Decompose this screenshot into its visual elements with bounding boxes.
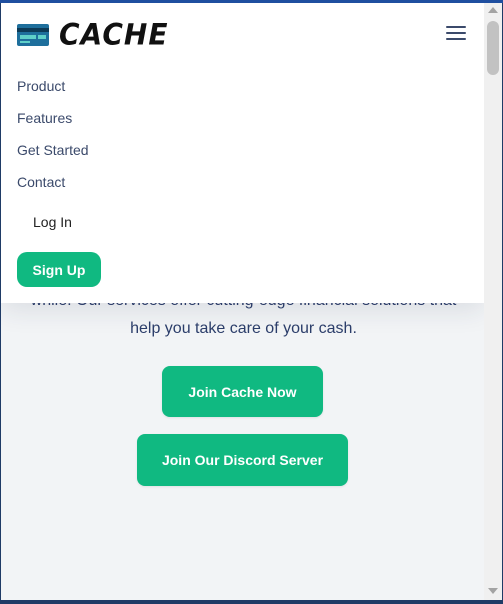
hero-text-line-2: help you take care of your cash. [130,320,357,337]
join-cache-button[interactable]: Join Cache Now [162,366,323,417]
brand-logo[interactable]: CACHE [17,17,169,52]
scrollbar-thumb[interactable] [487,21,499,75]
menu-item-get-started[interactable]: Get Started [17,142,89,158]
mobile-menu-panel: CACHE Product Features Get Started Conta… [1,3,484,303]
hamburger-menu-icon[interactable] [446,26,466,40]
brand-name: CACHE [59,17,169,52]
scroll-up-arrow-icon[interactable] [488,7,498,13]
join-discord-button[interactable]: Join Our Discord Server [137,434,348,486]
menu-item-contact[interactable]: Contact [17,174,65,190]
scroll-down-arrow-icon[interactable] [488,588,498,594]
login-link[interactable]: Log In [33,214,72,230]
menu-item-features[interactable]: Features [17,110,72,126]
vertical-scrollbar[interactable] [484,3,502,600]
signup-button[interactable]: Sign Up [17,252,101,287]
page-viewport: while. Our services offer cutting-edge f… [1,3,502,600]
credit-card-icon [17,23,49,46]
menu-item-product[interactable]: Product [17,78,65,94]
